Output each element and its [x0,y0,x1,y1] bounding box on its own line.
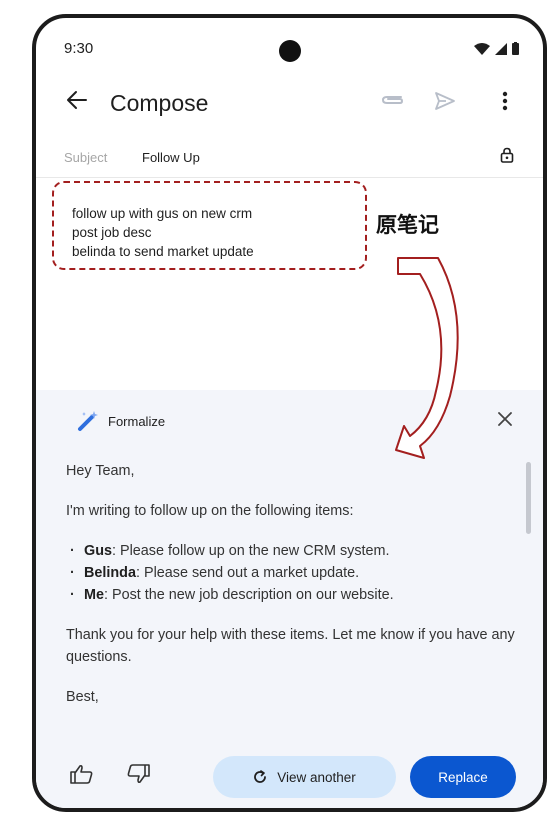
status-icons [474,42,519,55]
item-name: Gus [84,543,112,559]
action-bar: View another Replace [36,746,543,802]
intro-line: I'm writing to follow up on the followin… [66,503,354,519]
lock-icon[interactable] [500,147,514,163]
attach-icon[interactable] [380,93,406,107]
more-vert-icon[interactable] [502,91,508,111]
refresh-icon [254,770,267,783]
curved-arrow-icon [395,257,459,459]
subject-value[interactable]: Follow Up [142,150,200,165]
replace-button[interactable]: Replace [410,756,516,798]
item-name: Belinda [84,565,136,581]
subject-field[interactable]: Subject Follow Up [36,138,543,178]
view-another-button[interactable]: View another [213,756,396,798]
scrollbar[interactable] [526,462,531,534]
annotation-label: 原笔记 [376,213,439,237]
annotation-dashed-box [52,181,367,270]
item-text: : Please send out a market update. [135,565,360,581]
signal-icon [495,42,507,55]
item-text: : Please follow up on the new CRM system… [112,543,390,559]
page-title: Compose [110,90,209,116]
front-camera [279,40,301,62]
app-bar: Compose [36,80,543,126]
status-bar: 9:30 [36,18,543,70]
item-name: Me [84,587,104,603]
close-icon[interactable] [498,412,512,426]
subject-label: Subject [64,150,108,165]
list-item: Me: Post the new job description on our … [66,584,518,606]
thanks-line: Thank you for your help with these items… [66,627,515,665]
item-text: : Post the new job description on our we… [104,587,394,603]
replace-label: Replace [438,769,488,785]
signoff: Best, [66,689,99,705]
sparkle-pen-icon [78,411,98,431]
thumb-up-icon[interactable] [70,764,94,784]
list-item: Gus: Please follow up on the new CRM sys… [66,540,518,562]
battery-icon [512,42,519,55]
list-item: Belinda: Please send out a market update… [66,562,518,584]
formalized-text: Hey Team, I'm writing to follow up on th… [66,460,518,726]
send-icon[interactable] [434,91,456,111]
thumb-down-icon[interactable] [126,764,150,784]
arrow-back-icon[interactable] [66,89,88,111]
wifi-icon [474,42,490,55]
panel-label: Formalize [108,414,166,429]
view-another-label: View another [277,769,356,785]
items-list: Gus: Please follow up on the new CRM sys… [66,540,518,606]
status-time: 9:30 [64,40,94,57]
